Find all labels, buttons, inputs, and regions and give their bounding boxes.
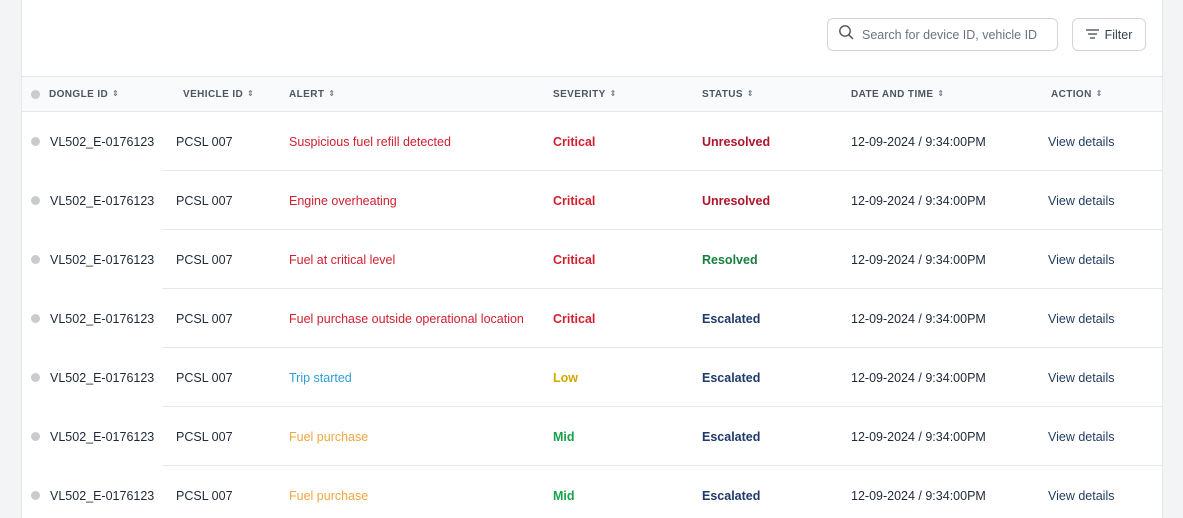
sort-icon: ⇕ — [937, 89, 945, 98]
search-input[interactable] — [862, 27, 1047, 42]
date-time: 12-09-2024 / 9:34:00PM — [851, 488, 986, 503]
toolbar: Filter — [827, 18, 1146, 51]
sort-icon: ⇕ — [609, 89, 617, 98]
view-details-link[interactable]: View details — [1048, 489, 1114, 503]
search-icon — [838, 24, 854, 45]
table-row: VL502_E-0176123 PCSL 007 Suspicious fuel… — [22, 112, 1162, 171]
row-select-radio[interactable] — [31, 432, 40, 441]
column-header-action[interactable]: ACTION ⇕ — [1051, 89, 1103, 100]
row-select-radio[interactable] — [31, 314, 40, 323]
vehicle-id: PCSL 007 — [176, 193, 233, 208]
date-time: 12-09-2024 / 9:34:00PM — [851, 252, 986, 267]
sort-icon: ⇕ — [112, 89, 120, 98]
alert-text: Fuel purchase — [289, 429, 369, 444]
table-body: VL502_E-0176123 PCSL 007 Suspicious fuel… — [22, 112, 1162, 518]
vehicle-id: PCSL 007 — [176, 370, 233, 385]
column-header-alert[interactable]: ALERT ⇕ — [289, 89, 335, 100]
view-details-link[interactable]: View details — [1048, 430, 1114, 444]
view-details-link[interactable]: View details — [1048, 371, 1114, 385]
view-details-link[interactable]: View details — [1048, 312, 1114, 326]
vehicle-id: PCSL 007 — [176, 488, 233, 503]
dongle-id: VL502_E-0176123 — [50, 488, 155, 503]
alert-text: Fuel purchase — [289, 488, 369, 503]
table-header: DONGLE ID ⇕ VEHICLE ID ⇕ ALERT ⇕ SEVERITY ⇕ … — [22, 76, 1162, 112]
filter-button[interactable]: Filter — [1072, 18, 1146, 51]
view-details-link[interactable]: View details — [1048, 194, 1114, 208]
filter-lines-icon — [1085, 28, 1099, 42]
table-row: VL502_E-0176123 PCSL 007 Fuel purchase o… — [22, 289, 1162, 348]
date-time: 12-09-2024 / 9:34:00PM — [851, 134, 986, 149]
sort-icon: ⇕ — [746, 89, 755, 98]
table-row: VL502_E-0176123 PCSL 007 Trip started Lo… — [22, 348, 1162, 407]
alert-text: Fuel at critical level — [289, 252, 396, 267]
dongle-id: VL502_E-0176123 — [50, 311, 155, 326]
column-header-severity[interactable]: SEVERITY ⇕ — [553, 89, 617, 100]
status-label: Escalated — [702, 488, 761, 503]
row-select-radio[interactable] — [31, 491, 40, 500]
vehicle-id: PCSL 007 — [176, 311, 233, 326]
sort-icon: ⇕ — [328, 89, 336, 98]
severity-label: Low — [553, 370, 578, 385]
column-header-vehicle-id[interactable]: VEHICLE ID ⇕ — [183, 89, 254, 100]
severity-label: Mid — [553, 429, 575, 444]
date-time: 12-09-2024 / 9:34:00PM — [851, 429, 986, 444]
select-all-radio[interactable] — [31, 89, 40, 99]
table-row: VL502_E-0176123 PCSL 007 Fuel purchase M… — [22, 407, 1162, 466]
severity-label: Critical — [553, 193, 596, 208]
status-label: Escalated — [702, 311, 761, 326]
sort-icon: ⇕ — [1095, 89, 1103, 98]
vehicle-id: PCSL 007 — [176, 429, 233, 444]
alert-text: Fuel purchase outside operational locati… — [289, 311, 524, 326]
table-row: VL502_E-0176123 PCSL 007 Fuel purchase M… — [22, 466, 1162, 518]
row-select-radio[interactable] — [31, 137, 40, 146]
severity-label: Mid — [553, 488, 575, 503]
status-label: Escalated — [702, 429, 761, 444]
severity-label: Critical — [553, 311, 596, 326]
alert-text: Engine overheating — [289, 193, 397, 208]
dongle-id: VL502_E-0176123 — [50, 429, 155, 444]
date-time: 12-09-2024 / 9:34:00PM — [851, 370, 986, 385]
dongle-id: VL502_E-0176123 — [50, 252, 155, 267]
row-select-radio[interactable] — [31, 196, 40, 205]
alert-text: Trip started — [289, 370, 352, 385]
filter-label: Filter — [1104, 27, 1133, 42]
severity-label: Critical — [553, 252, 596, 267]
vehicle-id: PCSL 007 — [176, 134, 233, 149]
column-header-status[interactable]: STATUS ⇕ — [702, 89, 754, 100]
status-label: Escalated — [702, 370, 761, 385]
status-label: Unresolved — [702, 193, 771, 208]
dongle-id: VL502_E-0176123 — [50, 134, 155, 149]
dongle-id: VL502_E-0176123 — [50, 370, 155, 385]
vehicle-id: PCSL 007 — [176, 252, 233, 267]
date-time: 12-09-2024 / 9:34:00PM — [851, 311, 986, 326]
table-row: VL502_E-0176123 PCSL 007 Fuel at critica… — [22, 230, 1162, 289]
status-label: Resolved — [702, 252, 758, 267]
alerts-table: DONGLE ID ⇕ VEHICLE ID ⇕ ALERT ⇕ SEVERITY ⇕ … — [22, 76, 1162, 518]
table-row: VL502_E-0176123 PCSL 007 Engine overheat… — [22, 171, 1162, 230]
view-details-link[interactable]: View details — [1048, 253, 1114, 267]
view-details-link[interactable]: View details — [1048, 135, 1114, 149]
column-header-date-and-time[interactable]: DATE AND TIME ⇕ — [851, 89, 945, 100]
severity-label: Critical — [553, 134, 596, 149]
search-box[interactable] — [827, 18, 1058, 51]
alert-text: Suspicious fuel refill detected — [289, 134, 451, 149]
dongle-id: VL502_E-0176123 — [50, 193, 155, 208]
sort-icon: ⇕ — [247, 89, 255, 98]
row-select-radio[interactable] — [31, 255, 40, 264]
row-select-radio[interactable] — [31, 373, 40, 382]
column-header-dongle-id[interactable]: DONGLE ID ⇕ — [49, 89, 119, 100]
alerts-card: Filter DONGLE ID⇕ VEHICLE ID⇕ ALERT⇕ SEV… — [21, 0, 1163, 518]
date-time: 12-09-2024 / 9:34:00PM — [851, 193, 986, 208]
status-label: Unresolved — [702, 134, 771, 149]
